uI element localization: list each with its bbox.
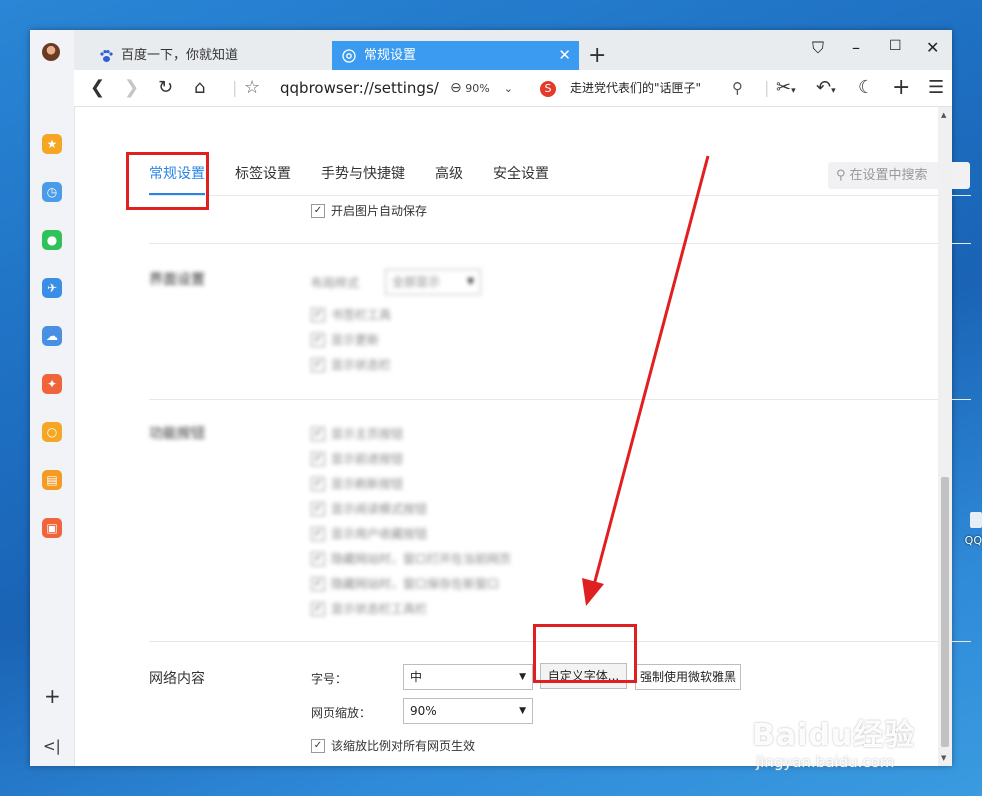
arrow-head [582,578,604,606]
watermark-url: jingyan.baidu.com [756,753,895,771]
baidu-watermark: Baidu经验 [752,718,916,753]
annotation-arrow [582,155,710,606]
